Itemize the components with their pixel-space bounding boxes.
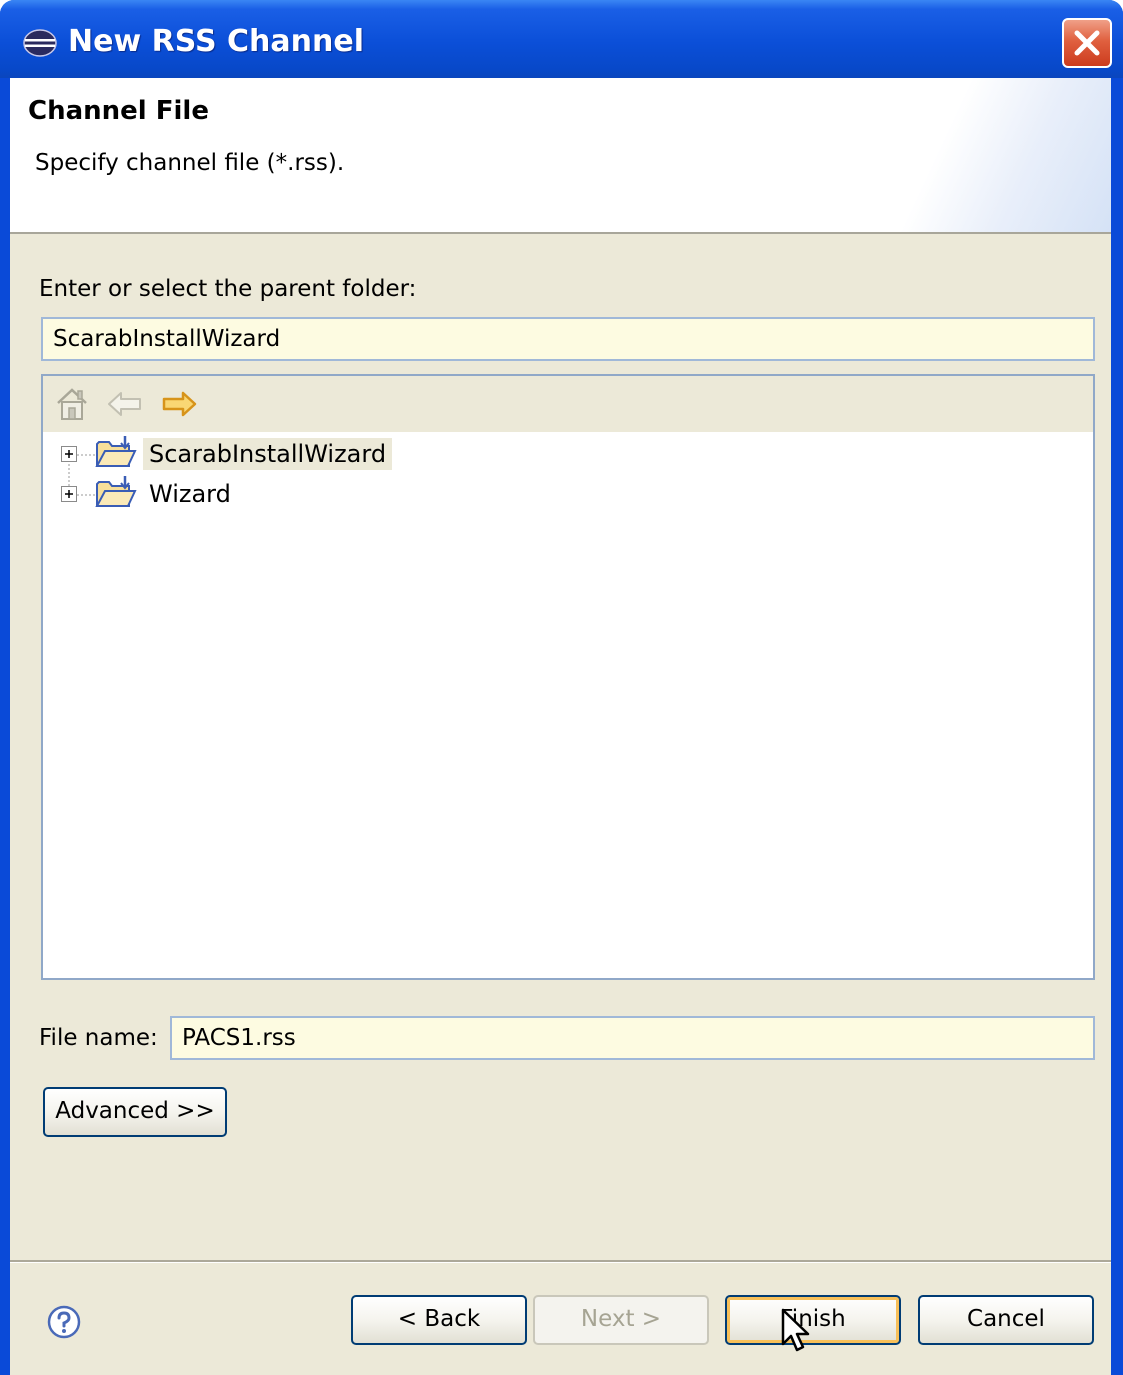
cancel-button[interactable]: Cancel — [918, 1295, 1094, 1345]
close-button[interactable] — [1062, 18, 1112, 68]
window-title: New RSS Channel — [68, 24, 364, 59]
folder-tree[interactable]: ScarabInstallWizard Wizard — [41, 374, 1095, 980]
page-description: Specify channel file (*.rss). — [35, 150, 345, 176]
eclipse-icon — [23, 29, 57, 57]
close-icon — [1074, 30, 1100, 56]
button-bar-separator — [10, 1260, 1111, 1263]
expand-icon[interactable] — [61, 446, 77, 462]
tree-item-label[interactable]: ScarabInstallWizard — [143, 438, 393, 470]
file-name-label: File name: — [39, 1025, 158, 1051]
tree-connector — [77, 454, 95, 456]
wizard-banner: Channel File Specify channel file (*.rss… — [10, 78, 1111, 234]
next-button[interactable]: Next > — [533, 1295, 709, 1345]
page-title: Channel File — [28, 96, 209, 126]
home-icon[interactable] — [55, 386, 89, 422]
back-button[interactable]: < Back — [351, 1295, 527, 1345]
open-folder-icon — [95, 436, 137, 467]
tree-toolbar — [43, 376, 1093, 432]
tree-connector — [77, 494, 95, 496]
parent-folder-input[interactable]: ScarabInstallWizard — [41, 317, 1095, 361]
tree-connector — [68, 464, 70, 486]
arrow-right-icon[interactable] — [161, 390, 197, 418]
expand-icon[interactable] — [61, 486, 77, 502]
dialog-body: Channel File Specify channel file (*.rss… — [10, 78, 1111, 1375]
advanced-button[interactable]: Advanced >> — [43, 1087, 227, 1137]
open-folder-icon — [95, 476, 137, 507]
tree-item-label[interactable]: Wizard — [143, 478, 237, 510]
tree-item[interactable]: ScarabInstallWizard — [43, 434, 1093, 474]
help-icon[interactable] — [46, 1304, 82, 1340]
arrow-left-icon[interactable] — [107, 390, 143, 418]
parent-folder-label: Enter or select the parent folder: — [39, 276, 417, 302]
title-bar[interactable]: New RSS Channel — [0, 0, 1123, 78]
dialog-window: New RSS Channel Channel File Specify cha… — [0, 0, 1123, 1375]
file-name-input[interactable]: PACS1.rss — [170, 1016, 1095, 1060]
tree-item[interactable]: Wizard — [43, 464, 1093, 514]
finish-button[interactable]: Finish — [725, 1295, 901, 1345]
